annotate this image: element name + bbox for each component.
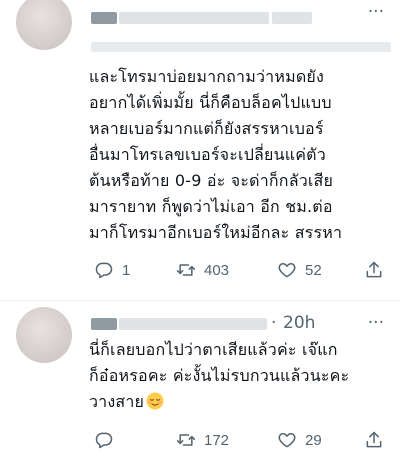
tweet-text-segment: วางสาย: [89, 392, 145, 411]
retweet-count: 172: [204, 431, 230, 449]
share-icon: [366, 431, 382, 448]
tweet-text-line: นี่ก็เลยบอกไปว่าตาเสียแล้วค่ะ เจ๊แก: [89, 340, 338, 359]
tweet-text-line: อยากได้เพิ่มมั้ย นี่ก็คือบล็อคไปแบบ: [89, 93, 332, 112]
tweet-text-line: มาก็โทรมาอีกเบอร์ใหม่อีกละ สรรหา: [89, 223, 343, 242]
reply-count: 1: [122, 261, 131, 279]
author-name-redacted[interactable]: [91, 12, 117, 24]
replying-to-redacted: [91, 42, 391, 52]
tweet-text-line: ก็อ๋อหรอคะ ค่ะงั้นไม่รบกวนแล้วนะคะ: [89, 366, 350, 385]
more-options-icon[interactable]: ···: [368, 2, 384, 22]
retweet-button[interactable]: 403: [176, 260, 229, 280]
tweet-text-line: และโทรมาบ่อยมากถามว่าหมดยัง: [89, 67, 324, 86]
tweet-text-line: หลายเบอร์มากแต่ก็ยังสรรหาเบอร์: [89, 119, 324, 138]
reply-icon: [95, 262, 113, 279]
share-icon: [366, 261, 382, 278]
like-button[interactable]: 52: [277, 260, 322, 280]
reply-button[interactable]: [94, 430, 122, 450]
time-separator: ·: [271, 313, 277, 333]
like-button[interactable]: 29: [277, 430, 322, 450]
avatar[interactable]: [16, 0, 72, 50]
reply-icon: [95, 432, 113, 449]
tweet-text: และโทรมาบ่อยมากถามว่าหมดยัง อยากได้เพิ่ม…: [89, 64, 394, 246]
tweet-timestamp[interactable]: 20h: [283, 313, 315, 333]
author-handle-redacted[interactable]: [119, 318, 267, 330]
like-count: 52: [305, 261, 322, 279]
retweet-icon: [176, 434, 196, 446]
tweet-text-line: ต้นหรือท้าย 0-9 อ่ะ จะด่าก็กลัวเสีย: [89, 171, 334, 190]
author-handle-redacted[interactable]: [119, 12, 269, 24]
share-button[interactable]: [364, 260, 384, 280]
heart-icon: [278, 433, 296, 448]
avatar[interactable]: [16, 307, 72, 363]
tweet-text: นี่ก็เลยบอกไปว่าตาเสียแล้วค่ะ เจ๊แก ก็อ๋…: [89, 337, 394, 415]
heart-icon: [278, 263, 296, 278]
relieved-face-icon: [146, 392, 164, 410]
more-options-icon[interactable]: ···: [368, 313, 384, 333]
tweet-1[interactable]: ··· และโทรมาบ่อยมากถามว่าหมดยัง อยากได้เ…: [0, 0, 400, 305]
tweet-2[interactable]: · 20h ··· นี่ก็เลยบอกไปว่าตาเสียแล้วค่ะ …: [0, 301, 400, 462]
tweet-text-line: อื่นมาโทรเลขเบอร์จะเปลี่ยนแค่ตัว: [89, 145, 326, 164]
share-button[interactable]: [364, 430, 384, 450]
retweet-icon: [176, 264, 196, 276]
tweet-text-line: วางสาย: [89, 389, 394, 415]
author-meta-redacted: [272, 12, 312, 24]
reply-button[interactable]: 1: [94, 260, 130, 280]
tweet-text-line: มารายาท ก็พูดว่าไม่เอา อีก ชม.ต่อ: [89, 197, 333, 216]
author-name-redacted[interactable]: [91, 318, 117, 330]
retweet-button[interactable]: 172: [176, 430, 229, 450]
like-count: 29: [305, 431, 322, 449]
retweet-count: 403: [204, 261, 230, 279]
